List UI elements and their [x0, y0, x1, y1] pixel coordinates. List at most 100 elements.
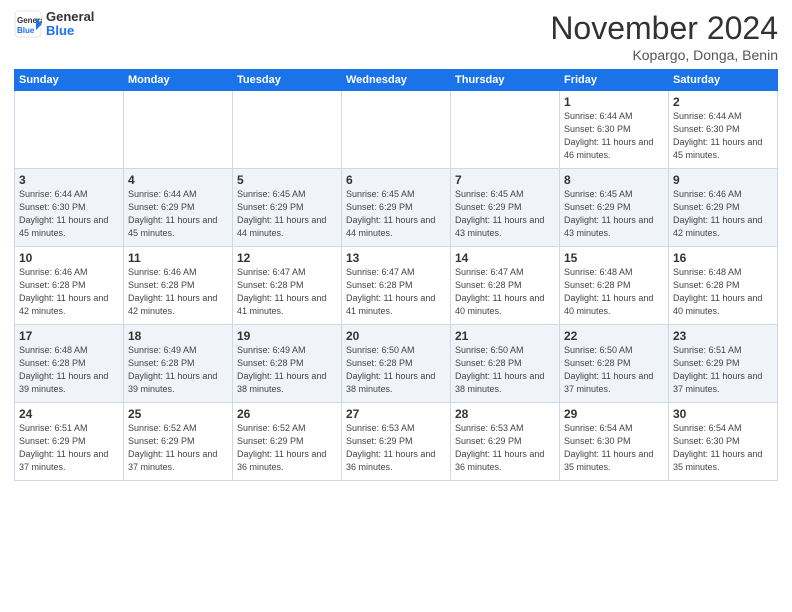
calendar-body: 1 Sunrise: 6:44 AM Sunset: 6:30 PM Daylig…: [15, 91, 778, 481]
day-number: 23: [673, 328, 773, 344]
calendar-cell: 13Sunrise: 6:47 AM Sunset: 6:28 PM Dayli…: [342, 247, 451, 325]
calendar-cell: 9Sunrise: 6:46 AM Sunset: 6:29 PM Daylig…: [669, 169, 778, 247]
calendar-week-4: 17Sunrise: 6:48 AM Sunset: 6:28 PM Dayli…: [15, 325, 778, 403]
logo-blue: Blue: [46, 24, 94, 38]
calendar-cell: 16Sunrise: 6:48 AM Sunset: 6:28 PM Dayli…: [669, 247, 778, 325]
day-info: Sunrise: 6:53 AM Sunset: 6:29 PM Dayligh…: [455, 423, 544, 471]
day-info: Sunrise: 6:47 AM Sunset: 6:28 PM Dayligh…: [237, 267, 326, 315]
logo: General Blue General Blue: [14, 10, 94, 39]
day-number: 13: [346, 250, 446, 266]
day-info: Sunrise: 6:50 AM Sunset: 6:28 PM Dayligh…: [455, 345, 544, 393]
calendar-cell: 4Sunrise: 6:44 AM Sunset: 6:29 PM Daylig…: [124, 169, 233, 247]
calendar-cell: 18Sunrise: 6:49 AM Sunset: 6:28 PM Dayli…: [124, 325, 233, 403]
day-info: Sunrise: 6:51 AM Sunset: 6:29 PM Dayligh…: [673, 345, 762, 393]
day-number: 12: [237, 250, 337, 266]
calendar-cell: [124, 91, 233, 169]
day-info: Sunrise: 6:45 AM Sunset: 6:29 PM Dayligh…: [564, 189, 653, 237]
day-number: 19: [237, 328, 337, 344]
day-number: 29: [564, 406, 664, 422]
calendar-table: SundayMondayTuesdayWednesdayThursdayFrid…: [14, 69, 778, 481]
location-title: Kopargo, Donga, Benin: [550, 47, 778, 63]
header: General Blue General Blue November 2024 …: [14, 10, 778, 63]
day-number: 22: [564, 328, 664, 344]
day-number: 27: [346, 406, 446, 422]
logo-general: General: [46, 10, 94, 24]
day-info: Sunrise: 6:52 AM Sunset: 6:29 PM Dayligh…: [237, 423, 326, 471]
day-number: 9: [673, 172, 773, 188]
weekday-header-monday: Monday: [124, 70, 233, 91]
day-info: Sunrise: 6:44 AM Sunset: 6:30 PM Dayligh…: [673, 111, 762, 159]
day-info: Sunrise: 6:53 AM Sunset: 6:29 PM Dayligh…: [346, 423, 435, 471]
calendar-cell: 29Sunrise: 6:54 AM Sunset: 6:30 PM Dayli…: [560, 403, 669, 481]
calendar-cell: 12Sunrise: 6:47 AM Sunset: 6:28 PM Dayli…: [233, 247, 342, 325]
calendar-cell: 1Sunrise: 6:44 AM Sunset: 6:30 PM Daylig…: [560, 91, 669, 169]
logo-icon: General Blue: [14, 10, 42, 38]
day-number: 1: [564, 94, 664, 110]
day-info: Sunrise: 6:46 AM Sunset: 6:28 PM Dayligh…: [128, 267, 217, 315]
day-number: 14: [455, 250, 555, 266]
calendar-week-5: 24Sunrise: 6:51 AM Sunset: 6:29 PM Dayli…: [15, 403, 778, 481]
weekday-header-tuesday: Tuesday: [233, 70, 342, 91]
calendar-cell: 19Sunrise: 6:49 AM Sunset: 6:28 PM Dayli…: [233, 325, 342, 403]
calendar-cell: 27Sunrise: 6:53 AM Sunset: 6:29 PM Dayli…: [342, 403, 451, 481]
day-info: Sunrise: 6:45 AM Sunset: 6:29 PM Dayligh…: [455, 189, 544, 237]
day-number: 28: [455, 406, 555, 422]
svg-text:Blue: Blue: [17, 26, 35, 35]
calendar-cell: 22Sunrise: 6:50 AM Sunset: 6:28 PM Dayli…: [560, 325, 669, 403]
day-info: Sunrise: 6:50 AM Sunset: 6:28 PM Dayligh…: [346, 345, 435, 393]
calendar-cell: 3Sunrise: 6:44 AM Sunset: 6:30 PM Daylig…: [15, 169, 124, 247]
day-info: Sunrise: 6:46 AM Sunset: 6:29 PM Dayligh…: [673, 189, 762, 237]
day-number: 2: [673, 94, 773, 110]
day-info: Sunrise: 6:47 AM Sunset: 6:28 PM Dayligh…: [455, 267, 544, 315]
day-number: 11: [128, 250, 228, 266]
day-number: 25: [128, 406, 228, 422]
day-info: Sunrise: 6:51 AM Sunset: 6:29 PM Dayligh…: [19, 423, 108, 471]
calendar-cell: 7Sunrise: 6:45 AM Sunset: 6:29 PM Daylig…: [451, 169, 560, 247]
day-info: Sunrise: 6:45 AM Sunset: 6:29 PM Dayligh…: [346, 189, 435, 237]
calendar-cell: 26Sunrise: 6:52 AM Sunset: 6:29 PM Dayli…: [233, 403, 342, 481]
calendar-cell: [451, 91, 560, 169]
day-info: Sunrise: 6:46 AM Sunset: 6:28 PM Dayligh…: [19, 267, 108, 315]
day-number: 24: [19, 406, 119, 422]
day-number: 4: [128, 172, 228, 188]
weekday-header-wednesday: Wednesday: [342, 70, 451, 91]
weekday-row: SundayMondayTuesdayWednesdayThursdayFrid…: [15, 70, 778, 91]
calendar-cell: 14Sunrise: 6:47 AM Sunset: 6:28 PM Dayli…: [451, 247, 560, 325]
calendar-cell: 21Sunrise: 6:50 AM Sunset: 6:28 PM Dayli…: [451, 325, 560, 403]
calendar-cell: [342, 91, 451, 169]
day-info: Sunrise: 6:48 AM Sunset: 6:28 PM Dayligh…: [673, 267, 762, 315]
day-info: Sunrise: 6:54 AM Sunset: 6:30 PM Dayligh…: [564, 423, 653, 471]
day-number: 7: [455, 172, 555, 188]
day-number: 6: [346, 172, 446, 188]
day-number: 26: [237, 406, 337, 422]
day-number: 10: [19, 250, 119, 266]
calendar-cell: 24Sunrise: 6:51 AM Sunset: 6:29 PM Dayli…: [15, 403, 124, 481]
day-info: Sunrise: 6:44 AM Sunset: 6:29 PM Dayligh…: [128, 189, 217, 237]
day-number: 16: [673, 250, 773, 266]
calendar-week-1: 1 Sunrise: 6:44 AM Sunset: 6:30 PM Daylig…: [15, 91, 778, 169]
day-info: Sunrise: 6:54 AM Sunset: 6:30 PM Dayligh…: [673, 423, 762, 471]
month-title: November 2024: [550, 10, 778, 47]
weekday-header-sunday: Sunday: [15, 70, 124, 91]
title-block: November 2024 Kopargo, Donga, Benin: [550, 10, 778, 63]
day-number: 20: [346, 328, 446, 344]
calendar-cell: 5Sunrise: 6:45 AM Sunset: 6:29 PM Daylig…: [233, 169, 342, 247]
day-number: 30: [673, 406, 773, 422]
day-info: Sunrise: 6:50 AM Sunset: 6:28 PM Dayligh…: [564, 345, 653, 393]
calendar-cell: [15, 91, 124, 169]
calendar-cell: 17Sunrise: 6:48 AM Sunset: 6:28 PM Dayli…: [15, 325, 124, 403]
day-number: 15: [564, 250, 664, 266]
calendar-cell: 28Sunrise: 6:53 AM Sunset: 6:29 PM Dayli…: [451, 403, 560, 481]
calendar-cell: 30Sunrise: 6:54 AM Sunset: 6:30 PM Dayli…: [669, 403, 778, 481]
calendar-cell: 11Sunrise: 6:46 AM Sunset: 6:28 PM Dayli…: [124, 247, 233, 325]
calendar-cell: 20Sunrise: 6:50 AM Sunset: 6:28 PM Dayli…: [342, 325, 451, 403]
day-info: Sunrise: 6:49 AM Sunset: 6:28 PM Dayligh…: [128, 345, 217, 393]
calendar-cell: 23Sunrise: 6:51 AM Sunset: 6:29 PM Dayli…: [669, 325, 778, 403]
calendar-cell: 8Sunrise: 6:45 AM Sunset: 6:29 PM Daylig…: [560, 169, 669, 247]
weekday-header-saturday: Saturday: [669, 70, 778, 91]
day-info: Sunrise: 6:48 AM Sunset: 6:28 PM Dayligh…: [19, 345, 108, 393]
calendar-cell: 2Sunrise: 6:44 AM Sunset: 6:30 PM Daylig…: [669, 91, 778, 169]
day-number: 21: [455, 328, 555, 344]
weekday-header-thursday: Thursday: [451, 70, 560, 91]
day-info: Sunrise: 6:48 AM Sunset: 6:28 PM Dayligh…: [564, 267, 653, 315]
